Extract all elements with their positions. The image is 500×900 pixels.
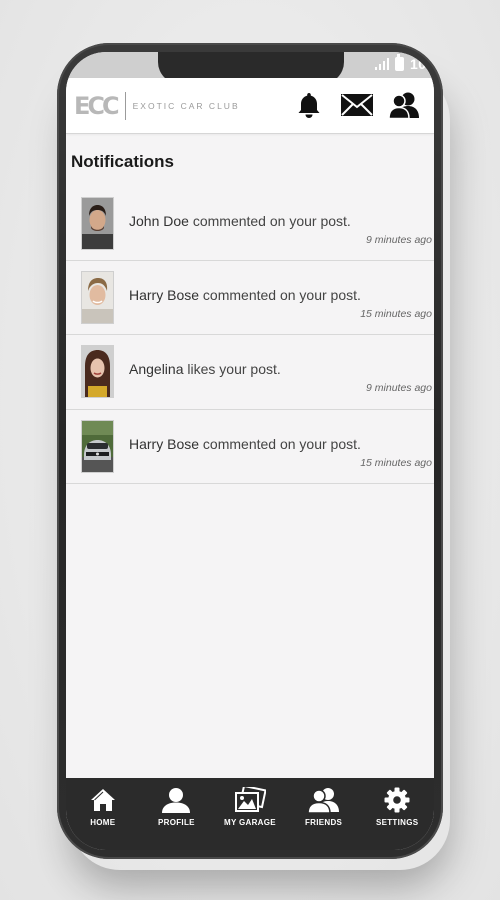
notification-time: 15 minutes ago (360, 457, 432, 469)
notification-message: Harry Bose commented on your post. (129, 436, 361, 452)
nav-icon (161, 786, 191, 814)
gallery-icon (234, 787, 266, 812)
logo-mark: ECC (74, 92, 120, 120)
notification-message: Harry Bose commented on your post. (129, 287, 361, 303)
notification-time: 15 minutes ago (360, 308, 432, 320)
user-name[interactable]: John Doe (129, 213, 189, 229)
car-photo-icon (82, 421, 113, 472)
nav-home[interactable]: HOME (68, 786, 138, 827)
notification-item[interactable]: John Doe commented on your post. 9 minut… (66, 187, 434, 261)
phone-screen: 10:1 ECC EXOTIC CAR CLUB (66, 52, 434, 850)
friends-icon (306, 788, 339, 813)
status-time: 10:1 (409, 56, 434, 72)
notification-list: John Doe commented on your post. 9 minut… (66, 187, 434, 484)
nav-label: SETTINGS (375, 818, 419, 827)
notification-item[interactable]: Harry Bose commented on your post. 15 mi… (66, 410, 434, 484)
nav-icon (90, 786, 116, 814)
user-name[interactable]: Harry Bose (129, 287, 199, 303)
person-photo-icon (82, 272, 113, 323)
app-header: ECC EXOTIC CAR CLUB (66, 78, 434, 134)
bell-icon (298, 93, 320, 118)
avatar[interactable] (81, 420, 114, 473)
notification-item[interactable]: Harry Bose commented on your post. 15 mi… (66, 261, 434, 335)
avatar[interactable] (81, 271, 114, 324)
notification-message: Angelina likes your post. (129, 361, 281, 377)
notification-action: likes your post. (187, 361, 281, 377)
notification-message: John Doe commented on your post. (129, 213, 351, 229)
nav-friends[interactable]: FRIENDS (289, 786, 359, 827)
logo-text: EXOTIC CAR CLUB (132, 101, 240, 111)
friend-requests-button[interactable] (388, 88, 422, 122)
nav-icon (234, 786, 266, 814)
signal-icon (374, 58, 389, 70)
notification-time: 9 minutes ago (366, 234, 432, 246)
person-photo-icon (82, 346, 113, 397)
notifications-page: Notifications John Doe commented on your… (66, 134, 434, 778)
notifications-button[interactable] (292, 88, 326, 122)
home-icon (90, 789, 115, 811)
users-icon (388, 92, 419, 119)
nav-my-garage[interactable]: MY GARAGE (215, 786, 285, 827)
person-photo-icon (82, 198, 113, 249)
nav-label: HOME (90, 818, 116, 827)
nav-icon (384, 786, 410, 814)
gear-icon (384, 787, 410, 813)
status-indicators: 10:1 (374, 52, 434, 76)
nav-label: FRIENDS (304, 818, 343, 827)
envelope-icon (341, 94, 373, 116)
notification-item[interactable]: Angelina likes your post. 9 minutes ago (66, 335, 434, 410)
logo-divider (124, 92, 126, 120)
header-actions (292, 88, 422, 122)
battery-icon (394, 54, 404, 71)
notification-action: commented on your post. (202, 287, 361, 303)
notification-action: commented on your post. (192, 213, 351, 229)
profile-icon (162, 788, 191, 813)
notification-action: commented on your post. (202, 436, 361, 452)
nav-icon (306, 786, 341, 814)
nav-settings[interactable]: SETTINGS (362, 786, 432, 827)
notification-time: 9 minutes ago (366, 382, 432, 394)
avatar[interactable] (81, 197, 114, 250)
stage: 10:1 ECC EXOTIC CAR CLUB (0, 0, 500, 900)
page-title: Notifications (71, 152, 174, 171)
nav-label: PROFILE (158, 818, 195, 827)
bottom-nav: HOME PROFILE MY GARAGE FRIENDS SETTINGS (66, 778, 434, 850)
nav-profile[interactable]: PROFILE (141, 786, 211, 827)
avatar[interactable] (81, 345, 114, 398)
app-logo[interactable]: ECC EXOTIC CAR CLUB (74, 92, 240, 120)
nav-label: MY GARAGE (224, 818, 276, 827)
messages-button[interactable] (340, 88, 374, 122)
user-name[interactable]: Angelina (129, 361, 184, 377)
user-name[interactable]: Harry Bose (129, 436, 199, 452)
